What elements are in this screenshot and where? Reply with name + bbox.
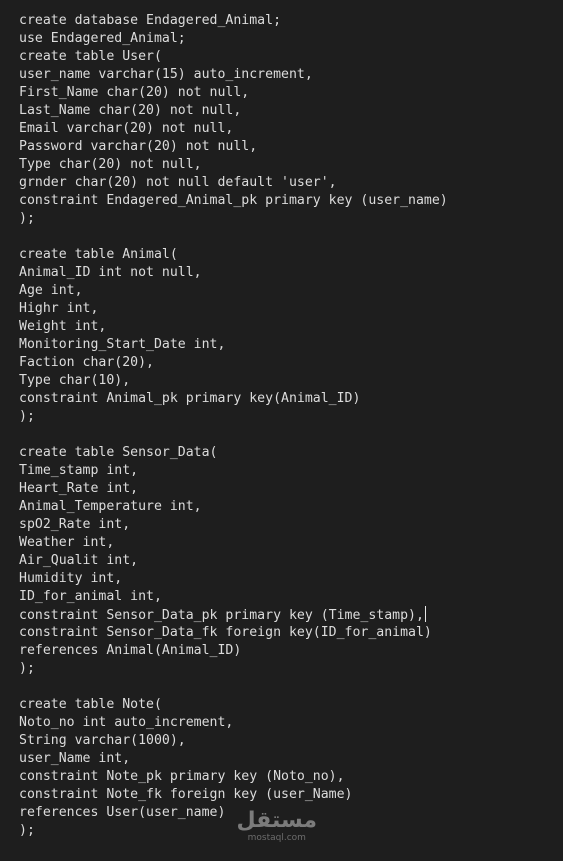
code-line-text: ); <box>19 661 35 676</box>
code-line-text: Age int, <box>19 283 83 298</box>
code-line-text: constraint Animal_pk primary key(Animal_… <box>19 391 361 406</box>
code-line-text: ); <box>19 409 35 424</box>
code-line[interactable]: constraint Sensor_Data_fk foreign key(ID… <box>19 624 448 642</box>
watermark: مستقل mostaql.com <box>236 808 317 844</box>
code-line[interactable]: ); <box>19 660 448 678</box>
code-line[interactable]: constraint Animal_pk primary key(Animal_… <box>19 390 448 408</box>
code-line[interactable]: Age int, <box>19 282 448 300</box>
code-line[interactable]: Humidity int, <box>19 570 448 588</box>
code-line[interactable]: Animal_ID int not null, <box>19 264 448 282</box>
blank-line[interactable] <box>19 678 448 696</box>
code-line-text: String varchar(1000), <box>19 733 186 748</box>
code-line[interactable]: ); <box>19 210 448 228</box>
code-line[interactable]: create table Sensor_Data( <box>19 444 448 462</box>
code-line-text: create table User( <box>19 49 162 64</box>
code-line-text: constraint Note_pk primary key (Noto_no)… <box>19 769 345 784</box>
code-line[interactable]: constraint Sensor_Data_pk primary key (T… <box>19 606 448 624</box>
code-line[interactable]: ); <box>19 408 448 426</box>
code-line[interactable]: Weather int, <box>19 534 448 552</box>
code-line[interactable]: create table User( <box>19 48 448 66</box>
code-line[interactable]: Password varchar(20) not null, <box>19 138 448 156</box>
code-area[interactable]: create database Endagered_Animal;use End… <box>19 12 448 840</box>
code-line[interactable]: ); <box>19 822 448 840</box>
code-line-text: use Endagered_Animal; <box>19 31 186 46</box>
code-line[interactable]: ID_for_animal int, <box>19 588 448 606</box>
code-line[interactable]: Noto_no int auto_increment, <box>19 714 448 732</box>
code-line-text: references User(user_name) <box>19 805 226 820</box>
code-line-text: Highr int, <box>19 301 99 316</box>
code-line-text: references Animal(Animal_ID) <box>19 643 242 658</box>
code-line-text: Type char(20) not null, <box>19 157 202 172</box>
code-line-text: Animal_ID int not null, <box>19 265 202 280</box>
code-line[interactable]: Email varchar(20) not null, <box>19 120 448 138</box>
code-line[interactable]: references User(user_name) <box>19 804 448 822</box>
code-line-text: ID_for_animal int, <box>19 589 162 604</box>
blank-line[interactable] <box>19 228 448 246</box>
code-line[interactable]: Faction char(20), <box>19 354 448 372</box>
code-line[interactable]: spO2_Rate int, <box>19 516 448 534</box>
code-line[interactable]: First_Name char(20) not null, <box>19 84 448 102</box>
code-line-text: Noto_no int auto_increment, <box>19 715 234 730</box>
code-line-text: spO2_Rate int, <box>19 517 131 532</box>
code-line-text: constraint Endagered_Animal_pk primary k… <box>19 193 448 208</box>
code-line-text: Weight int, <box>19 319 107 334</box>
code-line[interactable]: constraint Note_fk foreign key (user_Nam… <box>19 786 448 804</box>
code-line[interactable]: Highr int, <box>19 300 448 318</box>
watermark-logo: مستقل <box>236 808 317 833</box>
code-line-text: Time_stamp int, <box>19 463 139 478</box>
text-cursor <box>424 606 426 622</box>
code-line-text: Air_Qualit int, <box>19 553 139 568</box>
code-line-text: Password varchar(20) not null, <box>19 139 258 154</box>
code-line-text: create database Endagered_Animal; <box>19 13 282 28</box>
code-line-text: create table Note( <box>19 697 162 712</box>
code-line[interactable]: create table Animal( <box>19 246 448 264</box>
code-line-text: Animal_Temperature int, <box>19 499 202 514</box>
code-line-text: constraint Sensor_Data_fk foreign key(ID… <box>19 625 432 640</box>
code-line[interactable]: grnder char(20) not null default 'user', <box>19 174 448 192</box>
code-line[interactable]: Animal_Temperature int, <box>19 498 448 516</box>
code-line-text: Email varchar(20) not null, <box>19 121 234 136</box>
code-line[interactable]: user_name varchar(15) auto_increment, <box>19 66 448 84</box>
code-line-text: grnder char(20) not null default 'user', <box>19 175 337 190</box>
code-line[interactable]: create database Endagered_Animal; <box>19 12 448 30</box>
code-line-text: user_Name int, <box>19 751 131 766</box>
code-line[interactable]: Time_stamp int, <box>19 462 448 480</box>
code-line-text: Heart_Rate int, <box>19 481 139 496</box>
code-line-text: create table Animal( <box>19 247 178 262</box>
code-line[interactable]: Heart_Rate int, <box>19 480 448 498</box>
code-line-text: ); <box>19 211 35 226</box>
code-line[interactable]: String varchar(1000), <box>19 732 448 750</box>
code-line-text: ); <box>19 823 35 838</box>
code-line[interactable]: Last_Name char(20) not null, <box>19 102 448 120</box>
code-line[interactable]: Air_Qualit int, <box>19 552 448 570</box>
code-line-text: create table Sensor_Data( <box>19 445 218 460</box>
code-line[interactable]: Type char(10), <box>19 372 448 390</box>
code-line[interactable]: Monitoring_Start_Date int, <box>19 336 448 354</box>
code-line[interactable]: references Animal(Animal_ID) <box>19 642 448 660</box>
code-editor[interactable]: create database Endagered_Animal;use End… <box>0 0 563 861</box>
code-line-text: Weather int, <box>19 535 115 550</box>
code-line[interactable]: use Endagered_Animal; <box>19 30 448 48</box>
code-line-text: Humidity int, <box>19 571 123 586</box>
code-line-text: Faction char(20), <box>19 355 154 370</box>
code-line-text: Monitoring_Start_Date int, <box>19 337 226 352</box>
code-line-text: First_Name char(20) not null, <box>19 85 250 100</box>
code-line[interactable]: user_Name int, <box>19 750 448 768</box>
code-line[interactable]: constraint Note_pk primary key (Noto_no)… <box>19 768 448 786</box>
watermark-url: mostaql.com <box>247 833 306 843</box>
code-line[interactable]: constraint Endagered_Animal_pk primary k… <box>19 192 448 210</box>
code-line-text: constraint Sensor_Data_pk primary key (T… <box>19 608 424 623</box>
code-line-text: constraint Note_fk foreign key (user_Nam… <box>19 787 353 802</box>
code-line-text: user_name varchar(15) auto_increment, <box>19 67 313 82</box>
code-line-text: Last_Name char(20) not null, <box>19 103 242 118</box>
code-line[interactable]: create table Note( <box>19 696 448 714</box>
code-line-text: Type char(10), <box>19 373 131 388</box>
code-line[interactable]: Type char(20) not null, <box>19 156 448 174</box>
code-line[interactable]: Weight int, <box>19 318 448 336</box>
blank-line[interactable] <box>19 426 448 444</box>
